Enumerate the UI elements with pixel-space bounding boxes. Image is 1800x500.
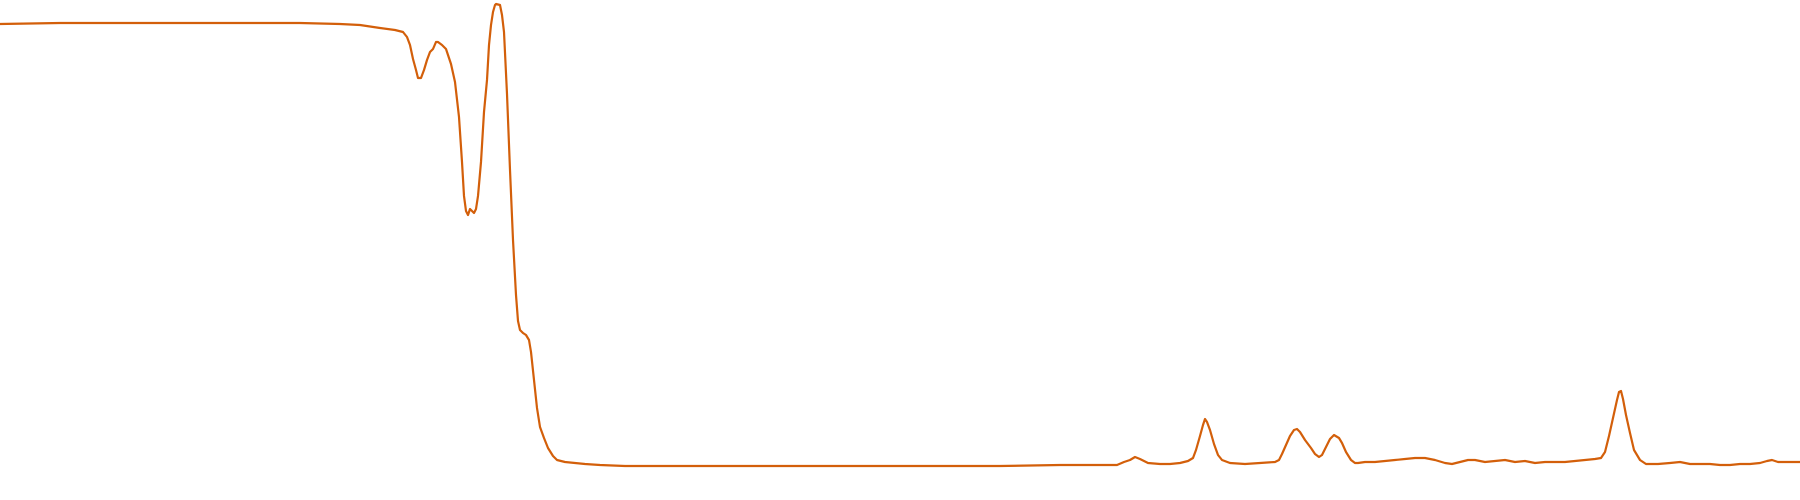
spectrum-chart xyxy=(0,0,1800,500)
series-line-0 xyxy=(0,2,1800,468)
chart-svg xyxy=(0,2,1800,468)
